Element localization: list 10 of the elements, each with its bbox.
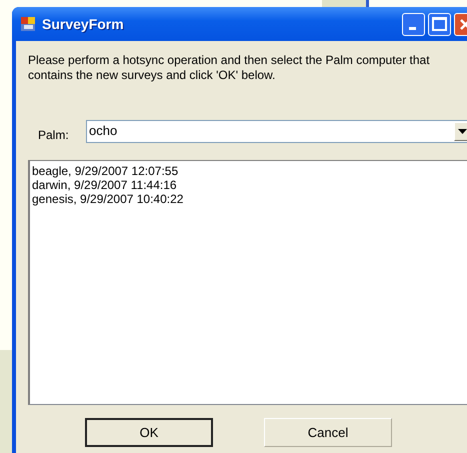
survey-list-item[interactable]: genesis, 9/29/2007 10:40:22 — [32, 192, 467, 206]
palm-label: Palm: — [37, 128, 70, 142]
window-title: SurveyForm — [42, 16, 125, 32]
dialog-button[interactable]: Cancel — [264, 418, 392, 447]
instruction-text: Please perform a hotsync operation and then select the Palm computer that contains the new surveys and click 'OK' below. — [28, 53, 431, 83]
survey-list-item[interactable]: darwin, 9/29/2007 11:44:16 — [32, 178, 467, 192]
survey-list-item[interactable]: beagle, 9/29/2007 12:07:55 — [32, 164, 467, 178]
dialog-button[interactable]: OK — [85, 418, 213, 447]
palm-dropdown[interactable]: ocho — [86, 120, 467, 143]
survey-list[interactable]: beagle, 9/29/2007 12:07:55 darwin, 9/29/2007 11:44:16 genesis, 9/29/2007 10:40:22 — [28, 160, 467, 405]
